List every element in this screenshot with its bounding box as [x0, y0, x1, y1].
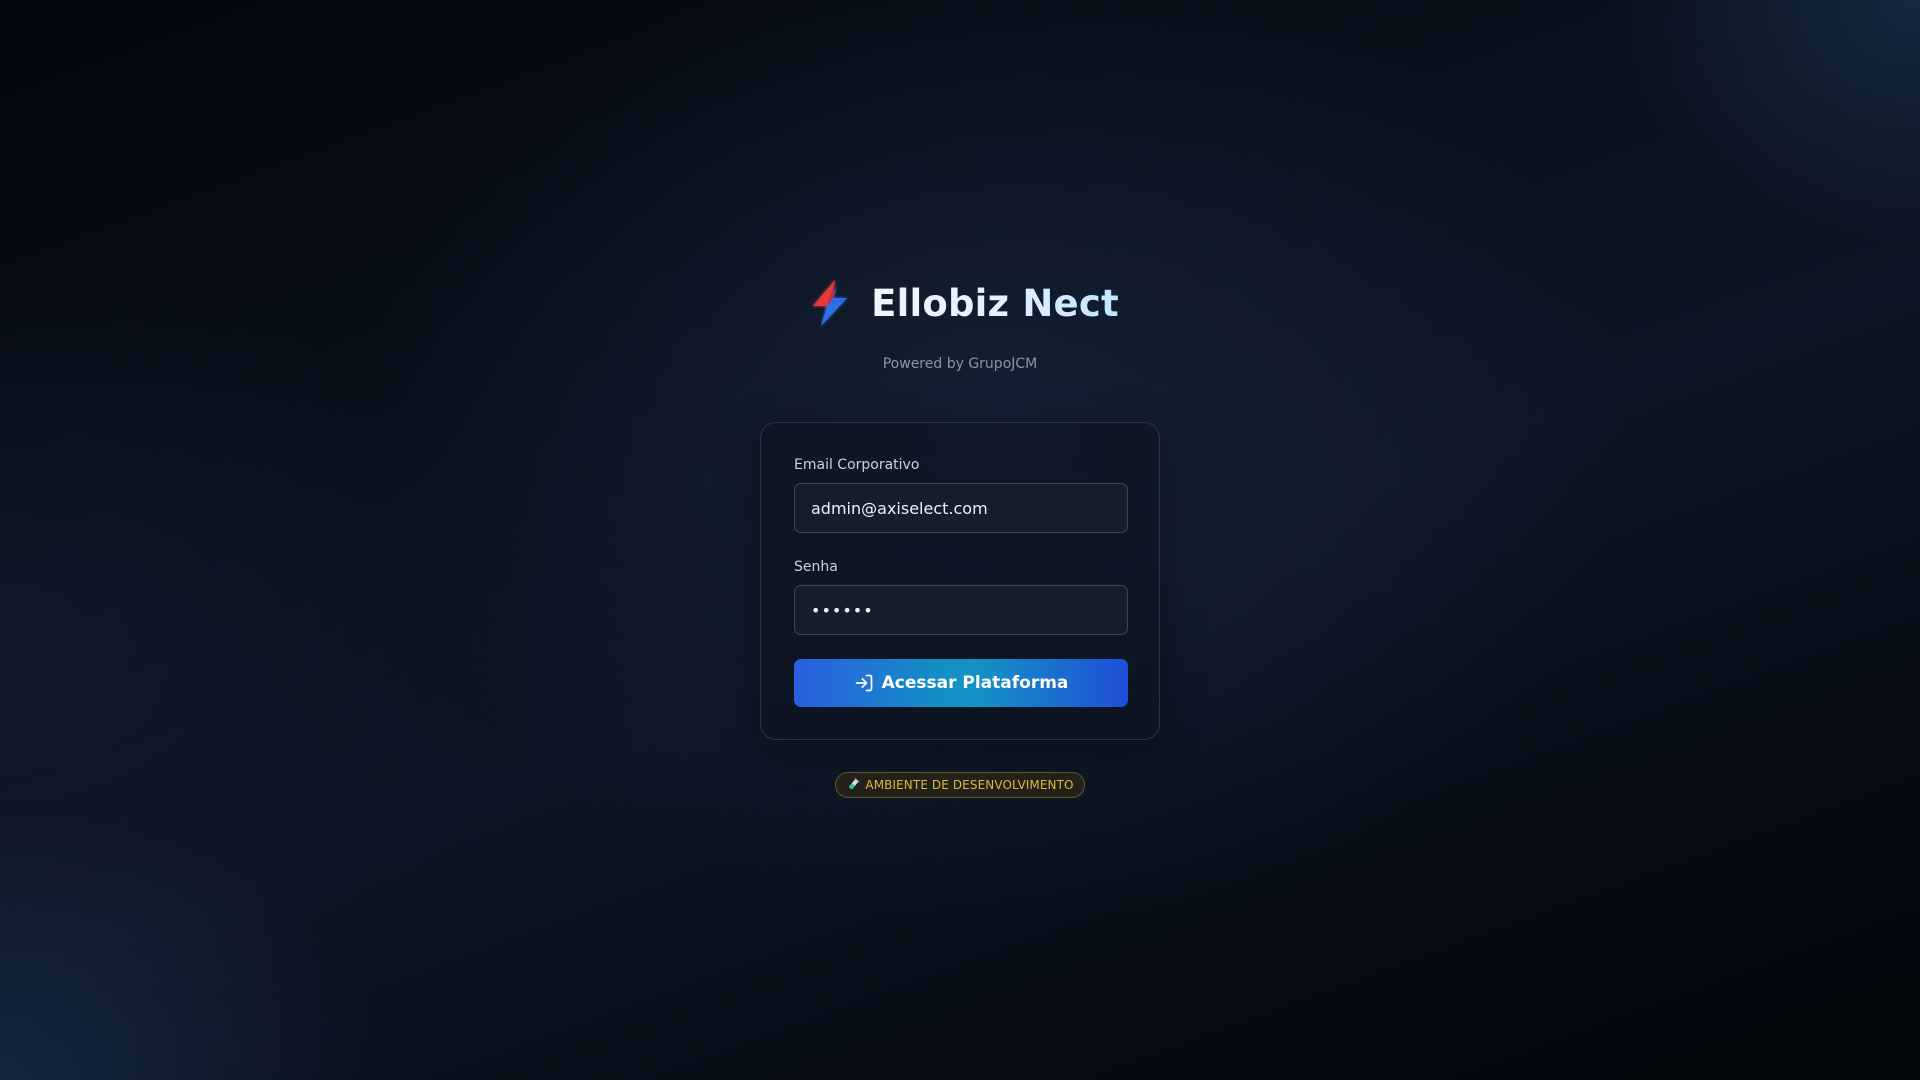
app-header: Ellobiz Nect	[0, 278, 1920, 328]
environment-badge: AMBIENTE DE DESENVOLVIMENTO	[835, 772, 1085, 798]
test-tube-icon	[849, 778, 860, 789]
log-in-icon	[855, 674, 872, 692]
password-field[interactable]	[794, 585, 1128, 635]
powered-by-text: Powered by GrupoJCM	[882, 356, 1038, 372]
email-field[interactable]	[794, 483, 1128, 533]
login-button[interactable]: Acessar Plataforma	[794, 659, 1128, 707]
app-title: Ellobiz Nect	[871, 281, 1119, 325]
logo: Ellobiz Nect	[807, 278, 1119, 328]
login-card: Email Corporativo Senha Acessar Platafor…	[760, 422, 1160, 740]
login-button-label: Acessar Plataforma	[881, 673, 1069, 693]
lightning-bolt-icon	[813, 280, 848, 326]
password-label: Senha	[794, 559, 838, 575]
email-label: Email Corporativo	[794, 457, 920, 473]
environment-badge-label: AMBIENTE DE DESENVOLVIMENTO	[865, 778, 1074, 792]
